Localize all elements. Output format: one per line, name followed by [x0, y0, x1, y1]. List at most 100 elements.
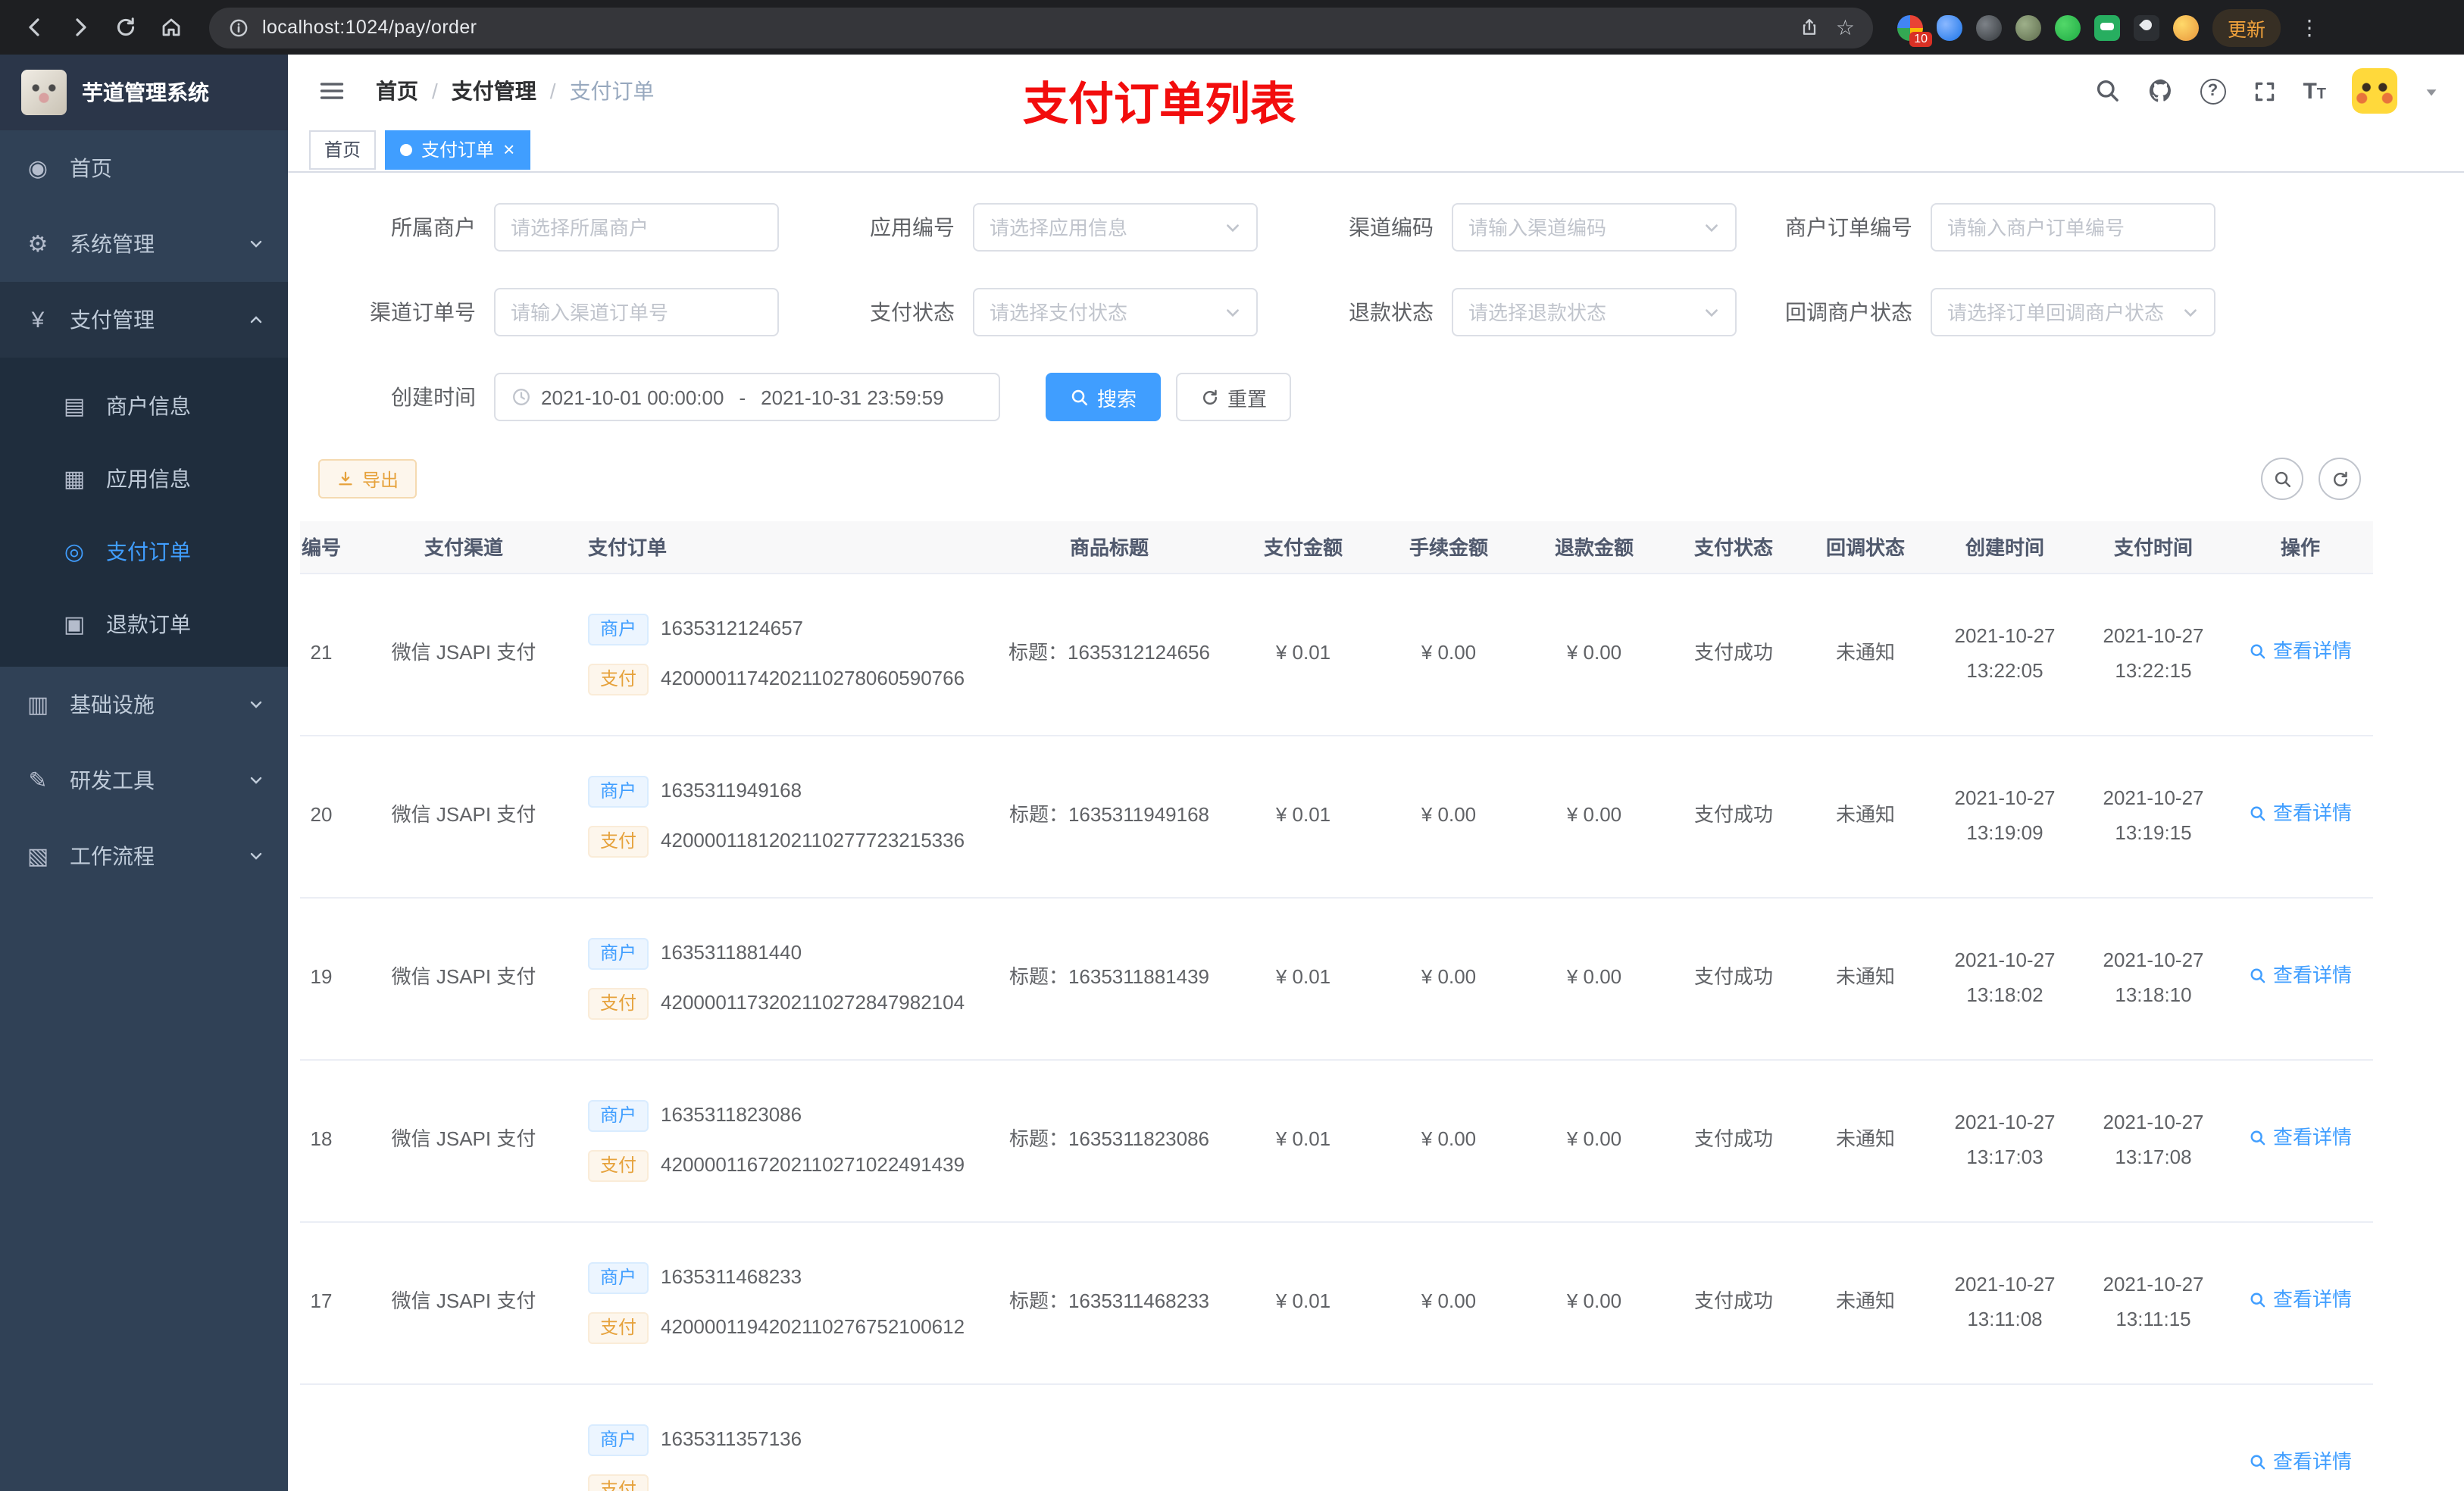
channel-code-select[interactable] [1452, 203, 1737, 252]
browser-menu-icon[interactable]: ⋮ [2294, 14, 2325, 40]
refresh-table-button[interactable] [2319, 458, 2361, 500]
sidebar-item-infrastructure-label: 基础设施 [70, 692, 155, 717]
export-button[interactable]: 导出 [318, 459, 417, 499]
refund-status-select[interactable] [1452, 288, 1737, 336]
header-search-icon[interactable] [2093, 77, 2121, 105]
extension-icon-colorful[interactable]: 10 [1897, 14, 1932, 46]
view-detail-link[interactable]: 查看详情 [2249, 636, 2352, 669]
cell-create-time: 2021-10-27 13:17:03 [1931, 1059, 2079, 1222]
extension-icon-pin[interactable] [2134, 14, 2159, 40]
sidebar-item-workflow[interactable]: ▧ 工作流程 [0, 818, 288, 894]
view-detail-link[interactable]: 查看详情 [2249, 960, 2352, 993]
sidebar-item-merchant-info[interactable]: ▤ 商户信息 [0, 370, 288, 442]
cell-refund: ¥ 0.00 [1521, 897, 1667, 1060]
tab-pay-order[interactable]: 支付订单 × [385, 130, 530, 169]
extension-icon-green-chat[interactable] [2094, 14, 2120, 40]
font-size-icon[interactable]: TT [2303, 78, 2326, 104]
breadcrumb-payment[interactable]: 支付管理 [452, 76, 536, 106]
sidebar-item-infrastructure[interactable]: ▥ 基础设施 [0, 667, 288, 742]
reset-button[interactable]: 重置 [1176, 373, 1292, 421]
merchant-select[interactable] [494, 203, 779, 252]
address-bar[interactable]: localhost:1024/pay/order ☆ [209, 7, 1873, 48]
merchant-order-no: 1635311949168 [661, 778, 802, 802]
sidebar-item-dev-tools[interactable]: ✎ 研发工具 [0, 742, 288, 818]
browser-reload-button[interactable] [106, 8, 145, 47]
merchant-badge: 商户 [588, 1261, 649, 1293]
view-detail-link[interactable]: 查看详情 [2249, 1446, 2352, 1480]
help-icon[interactable]: ? [2200, 78, 2226, 104]
notify-status-select[interactable] [1931, 288, 2215, 336]
tab-close-icon[interactable]: × [503, 139, 514, 159]
browser-forward-button[interactable] [61, 8, 100, 47]
infrastructure-icon: ▥ [27, 692, 49, 718]
select-chevron-icon [1703, 219, 1720, 236]
channel-order-no-input[interactable] [511, 301, 762, 324]
sidebar-item-refund-order[interactable]: ▣ 退款订单 [0, 588, 288, 661]
pay-status-input[interactable] [990, 301, 1215, 324]
cell-title: 标题：1635312124656 [988, 573, 1230, 736]
table-toolbar-right [2261, 458, 2361, 500]
select-chevron-icon [2182, 304, 2199, 320]
view-detail-link[interactable]: 查看详情 [2249, 798, 2352, 831]
cell-fee: ¥ 0.00 [1376, 1059, 1521, 1222]
select-chevron-icon [1224, 219, 1241, 236]
cell-order: 商户 1635311949168 支付 42000011812021102777… [564, 775, 988, 857]
cell-id: 17 [300, 1221, 364, 1384]
tab-home[interactable]: 首页 [309, 130, 377, 169]
browser-back-button[interactable] [15, 8, 55, 47]
bookmark-star-icon[interactable]: ☆ [1836, 17, 1855, 38]
browser-extensions-area: 10 更新 ⋮ [1897, 8, 2328, 46]
user-avatar[interactable] [2352, 68, 2397, 114]
page-root: localhost:1024/pay/order ☆ 10 更新 ⋮ 芋道管理系… [0, 0, 2464, 1491]
breadcrumb-home[interactable]: 首页 [376, 76, 418, 106]
hamburger-icon[interactable] [312, 71, 352, 111]
merchant-order-no-input[interactable] [1947, 216, 2199, 239]
sidebar-item-system[interactable]: ⚙ 系统管理 [0, 206, 288, 282]
fullscreen-icon[interactable] [2251, 78, 2277, 104]
filter-notify-status-label: 回调商户状态 [1785, 300, 1912, 324]
export-button-label: 导出 [362, 469, 399, 490]
extension-icon-olive-sphere[interactable] [2015, 14, 2041, 40]
chevron-down-icon [249, 697, 264, 712]
pay-status-select[interactable] [973, 288, 1258, 336]
create-time-range-picker[interactable]: 2021-10-01 00:00:00 - 2021-10-31 23:59:5… [494, 373, 1000, 421]
view-detail-link[interactable]: 查看详情 [2249, 1122, 2352, 1155]
github-icon[interactable] [2147, 77, 2174, 105]
browser-home-button[interactable] [152, 8, 191, 47]
extension-icon-blue-drop[interactable] [1937, 14, 1962, 40]
view-detail-link[interactable]: 查看详情 [2249, 1284, 2352, 1318]
channel-order-no-field[interactable] [494, 288, 779, 336]
browser-profile-avatar[interactable] [2173, 14, 2199, 40]
sidebar-item-payment[interactable]: ¥ 支付管理 [0, 282, 288, 358]
refund-status-input[interactable] [1468, 301, 1694, 324]
toggle-search-button[interactable] [2261, 458, 2303, 500]
order-target-icon: ◎ [64, 539, 85, 565]
extension-icon-green-circle[interactable] [2055, 14, 2081, 40]
col-create-time: 创建时间 [1931, 521, 2079, 574]
cell-create-time: 2021-10-27 13:22:05 [1931, 573, 2079, 736]
notify-status-input[interactable] [1947, 301, 2173, 324]
sidebar-item-refund-order-label: 退款订单 [106, 612, 191, 636]
app-no-select[interactable] [973, 203, 1258, 252]
avatar-caret-icon[interactable] [2423, 83, 2440, 99]
url-text: localhost:1024/pay/order [262, 17, 477, 38]
view-detail-label: 查看详情 [2272, 964, 2352, 987]
extension-icon-dark-sphere[interactable] [1976, 14, 2002, 40]
app-title: 芋道管理系统 [82, 80, 209, 105]
cell-create-time: 2021-10-27 13:11:08 [1931, 1221, 2079, 1384]
share-icon[interactable] [1800, 17, 1821, 38]
sidebar-item-home[interactable]: ◉ 首页 [0, 130, 288, 206]
cell-create-time [1931, 1383, 2079, 1491]
sidebar-item-app-info[interactable]: ▦ 应用信息 [0, 442, 288, 515]
browser-update-button[interactable]: 更新 [2212, 8, 2281, 46]
merchant-input[interactable] [511, 216, 762, 239]
channel-code-input[interactable] [1468, 216, 1694, 239]
merchant-order-no-field[interactable] [1931, 203, 2215, 252]
site-info-icon[interactable] [227, 16, 250, 39]
cell-id: 21 [300, 573, 364, 736]
date-range-separator: - [739, 386, 746, 408]
search-button[interactable]: 搜索 [1046, 373, 1162, 421]
table-row: 商户 1635311357136 支付 查看详情 [300, 1383, 2373, 1491]
app-no-input[interactable] [990, 216, 1215, 239]
sidebar-item-pay-order[interactable]: ◎ 支付订单 [0, 515, 288, 588]
